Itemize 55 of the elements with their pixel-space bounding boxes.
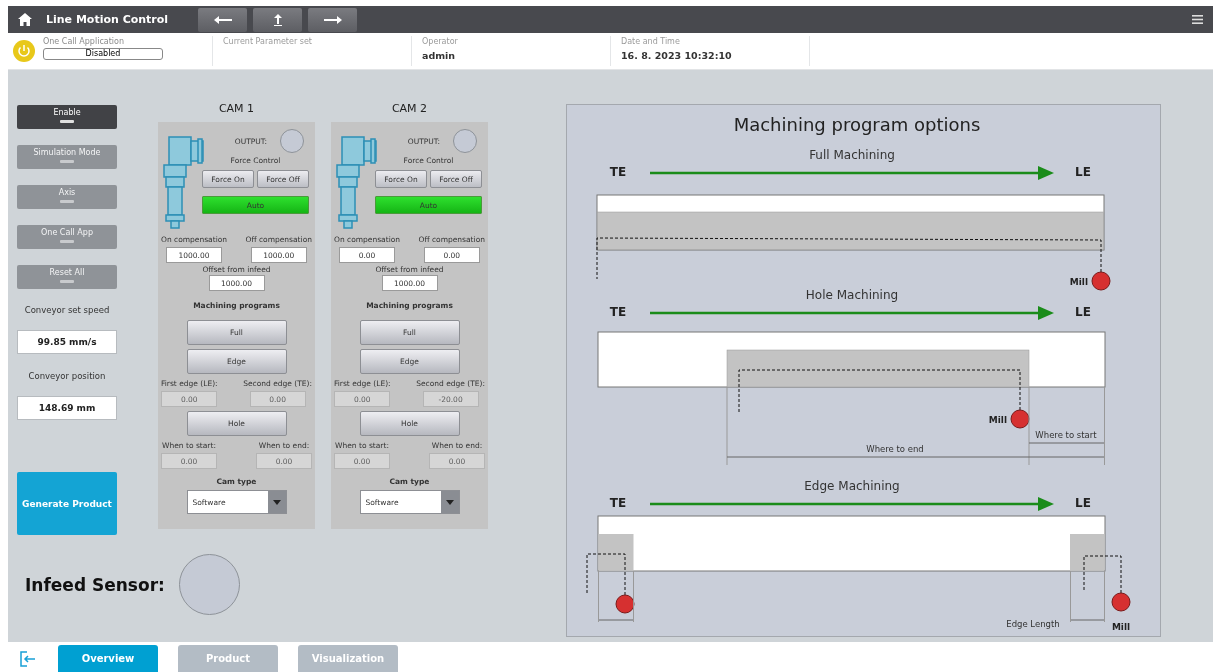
extension-line: [633, 570, 634, 623]
field-value: 16. 8. 2023 10:32:10: [621, 50, 733, 61]
dimension-label: Edge Length: [1006, 619, 1060, 629]
diagram-title: Machining program options: [733, 114, 981, 135]
toggle-button[interactable]: Enable: [17, 105, 117, 129]
caret-icon: [445, 499, 454, 505]
app-title: Line Motion Control: [46, 13, 170, 26]
back-button[interactable]: [198, 7, 247, 32]
conveyor-label: Conveyor set speed: [24, 305, 110, 315]
dimension-line: [1070, 619, 1105, 621]
conveyor-label: Conveyor position: [28, 371, 106, 381]
dimension-label: Where to end: [866, 444, 924, 454]
field-label: Current Parameter set: [223, 36, 313, 47]
menu-icon[interactable]: [1192, 15, 1203, 24]
extension-line: [1104, 570, 1105, 623]
mill-label: Mill: [988, 415, 1007, 425]
mill-marker: [1111, 592, 1131, 612]
section-title: Hole Machining: [805, 288, 899, 302]
tool-path: [1083, 555, 1122, 594]
up-arrow-icon: [272, 13, 283, 26]
mill-label: Mill: [1069, 277, 1088, 287]
dimension-label: Where to start: [1035, 430, 1097, 440]
left-arrow-icon: [213, 15, 232, 24]
edge-label: TE: [609, 305, 627, 319]
status-field: Disabled: [43, 48, 163, 60]
forward-button[interactable]: [308, 7, 357, 32]
mill-marker: [615, 594, 635, 614]
edge-label: TE: [609, 165, 627, 179]
cam-title: CAM 1: [218, 101, 255, 117]
section-title: Full Machining: [809, 148, 895, 162]
conveyor-value-field: 148.69 mm: [17, 396, 117, 420]
edge-label: TE: [609, 496, 627, 510]
cam-title: CAM 2: [391, 101, 428, 117]
tool-path: [586, 553, 626, 596]
mill-marker: [1010, 409, 1030, 429]
caret-icon: [272, 499, 281, 505]
up-button[interactable]: [253, 7, 302, 32]
field-label: Date and Time: [621, 36, 681, 47]
right-arrow-icon: [323, 15, 342, 24]
field-value: admin: [422, 50, 457, 61]
conveyor-value-field: 99.85 mm/s: [17, 330, 117, 354]
logout-icon[interactable]: [20, 651, 36, 667]
edge-label: LE: [1075, 305, 1091, 319]
edge-label: LE: [1075, 496, 1091, 510]
section-title: Edge Machining: [804, 479, 900, 493]
dimension-line: [598, 619, 634, 621]
mill-label: Mill: [1111, 622, 1131, 632]
home-icon[interactable]: [18, 13, 32, 26]
infeed-sensor-label: Infeed Sensor:: [25, 574, 165, 595]
field-label: Operator: [422, 36, 459, 47]
extension-line: [1070, 570, 1071, 623]
field-label: One Call Application: [43, 36, 125, 47]
mill-marker: [1091, 271, 1111, 291]
extension-line: [598, 570, 599, 623]
edge-label: LE: [1075, 165, 1091, 179]
